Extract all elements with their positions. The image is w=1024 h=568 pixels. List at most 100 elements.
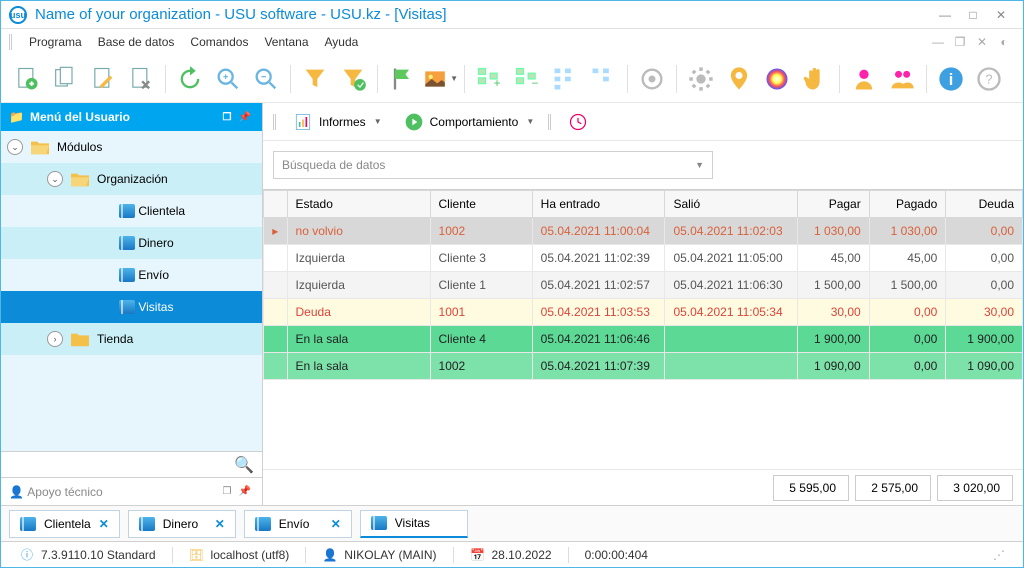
edit-doc-button[interactable] [85, 61, 121, 97]
tree-item-visitas[interactable]: Visitas [1, 291, 262, 323]
data-grid[interactable]: Estado Cliente Ha entrado Salió Pagar Pa… [263, 189, 1023, 469]
chevron-down-icon[interactable]: ▼ [695, 160, 704, 170]
tree-item-envio[interactable]: Envío [1, 259, 262, 291]
refresh-button[interactable] [172, 61, 208, 97]
cell[interactable] [665, 326, 798, 353]
cell[interactable]: 05.04.2021 11:06:30 [665, 272, 798, 299]
collapse-icon[interactable]: ⌄ [7, 139, 23, 155]
image-button[interactable]: ▼ [422, 61, 458, 97]
mdi-restore-button[interactable]: ❐ [949, 35, 971, 49]
tree-item-tienda[interactable]: › Tienda [1, 323, 262, 355]
target-button[interactable] [634, 61, 670, 97]
table-row[interactable]: Izquierda Cliente 3 05.04.2021 11:02:39 … [264, 245, 1023, 272]
cell[interactable]: 1 090,00 [798, 353, 870, 380]
help-button[interactable]: ? [971, 61, 1007, 97]
tree-item-clientela[interactable]: Clientela [1, 195, 262, 227]
gear-button[interactable] [683, 61, 719, 97]
cell[interactable]: 1 090,00 [946, 353, 1023, 380]
drag-handle-icon[interactable] [273, 114, 279, 130]
tree-item-modulos[interactable]: ⌄ Módulos [1, 131, 262, 163]
cell[interactable]: 30,00 [798, 299, 870, 326]
sidebar-popout-button[interactable]: ❐ [218, 108, 236, 126]
col-estado[interactable]: Estado [287, 191, 430, 218]
cell[interactable]: 1 500,00 [869, 272, 946, 299]
mdi-close-button[interactable]: ✕ [971, 35, 993, 49]
delete-doc-button[interactable] [123, 61, 159, 97]
table-row[interactable]: En la sala Cliente 4 05.04.2021 11:06:46… [264, 326, 1023, 353]
cell[interactable]: 1 500,00 [798, 272, 870, 299]
cell[interactable]: Izquierda [287, 245, 430, 272]
informes-button[interactable]: Informes▼ [285, 108, 390, 136]
mdi-help-button[interactable]: ◐ [993, 35, 1015, 49]
col-cliente[interactable]: Cliente [430, 191, 532, 218]
menu-ayuda[interactable]: Ayuda [317, 35, 367, 49]
cell[interactable]: 1 030,00 [798, 218, 870, 245]
cell[interactable]: 1 900,00 [946, 326, 1023, 353]
cell[interactable]: Izquierda [287, 272, 430, 299]
col-pagado[interactable]: Pagado [869, 191, 946, 218]
tab-dinero[interactable]: Dinero ✕ [128, 510, 236, 538]
user-button[interactable] [846, 61, 882, 97]
cell[interactable]: 05.04.2021 11:06:46 [532, 326, 665, 353]
tab-close-button[interactable]: ✕ [215, 517, 225, 531]
tab-visitas[interactable]: Visitas [360, 510, 468, 538]
col-deuda[interactable]: Deuda [946, 191, 1023, 218]
cell[interactable]: 1002 [430, 353, 532, 380]
minimize-button[interactable]: — [931, 5, 959, 25]
cell[interactable]: 05.04.2021 11:05:34 [665, 299, 798, 326]
search-input[interactable]: Búsqueda de datos ▼ [273, 151, 713, 179]
comportamiento-button[interactable]: Comportamiento▼ [396, 108, 543, 136]
menu-programa[interactable]: Programa [21, 35, 90, 49]
cell[interactable]: En la sala [287, 326, 430, 353]
tree-collapse-button[interactable] [585, 61, 621, 97]
pin-button[interactable] [721, 61, 757, 97]
cell[interactable]: 1001 [430, 299, 532, 326]
col-salio[interactable]: Salió [665, 191, 798, 218]
flag-button[interactable] [384, 61, 420, 97]
cell[interactable]: Cliente 4 [430, 326, 532, 353]
color-button[interactable] [759, 61, 795, 97]
menu-ventana[interactable]: Ventana [256, 35, 316, 49]
sidebar-pin-button[interactable]: 📌 [236, 108, 254, 126]
cell[interactable]: 05.04.2021 11:07:39 [532, 353, 665, 380]
cell[interactable]: Deuda [287, 299, 430, 326]
clock-button[interactable] [560, 108, 596, 136]
collapse-icon[interactable]: ⌄ [47, 171, 63, 187]
cell[interactable]: 05.04.2021 11:00:04 [532, 218, 665, 245]
hand-button[interactable] [797, 61, 833, 97]
cell[interactable]: 0,00 [946, 245, 1023, 272]
table-row[interactable]: Deuda 1001 05.04.2021 11:03:53 05.04.202… [264, 299, 1023, 326]
cell[interactable]: no volvio [287, 218, 430, 245]
cell[interactable]: 05.04.2021 11:03:53 [532, 299, 665, 326]
cell[interactable]: En la sala [287, 353, 430, 380]
col-entrado[interactable]: Ha entrado [532, 191, 665, 218]
maximize-button[interactable]: □ [959, 5, 987, 25]
col-pagar[interactable]: Pagar [798, 191, 870, 218]
tab-close-button[interactable]: ✕ [99, 517, 109, 531]
tree-add-button[interactable]: + [471, 61, 507, 97]
filter-button[interactable] [297, 61, 333, 97]
drag-handle-icon[interactable] [9, 34, 15, 50]
expand-icon[interactable]: › [47, 331, 63, 347]
table-row[interactable]: En la sala 1002 05.04.2021 11:07:39 1 09… [264, 353, 1023, 380]
cell[interactable]: 0,00 [869, 353, 946, 380]
cell[interactable]: 45,00 [869, 245, 946, 272]
cell[interactable]: 30,00 [946, 299, 1023, 326]
cell[interactable]: 05.04.2021 11:02:03 [665, 218, 798, 245]
tab-envio[interactable]: Envío ✕ [244, 510, 352, 538]
tree-item-dinero[interactable]: Dinero [1, 227, 262, 259]
menu-comandos[interactable]: Comandos [182, 35, 256, 49]
cell[interactable]: Cliente 1 [430, 272, 532, 299]
tree-item-organizacion[interactable]: ⌄ Organización [1, 163, 262, 195]
cell[interactable]: 1 900,00 [798, 326, 870, 353]
tab-close-button[interactable]: ✕ [331, 517, 341, 531]
cell[interactable]: 0,00 [869, 299, 946, 326]
cell[interactable]: 05.04.2021 11:02:57 [532, 272, 665, 299]
cell[interactable]: 1 030,00 [869, 218, 946, 245]
copy-doc-button[interactable] [47, 61, 83, 97]
cell[interactable]: 0,00 [869, 326, 946, 353]
search-icon[interactable]: 🔍 [234, 455, 254, 475]
support-panel[interactable]: 👤 Apoyo técnico ❐ 📌 [1, 477, 262, 505]
cell[interactable]: 45,00 [798, 245, 870, 272]
tab-clientela[interactable]: Clientela ✕ [9, 510, 120, 538]
